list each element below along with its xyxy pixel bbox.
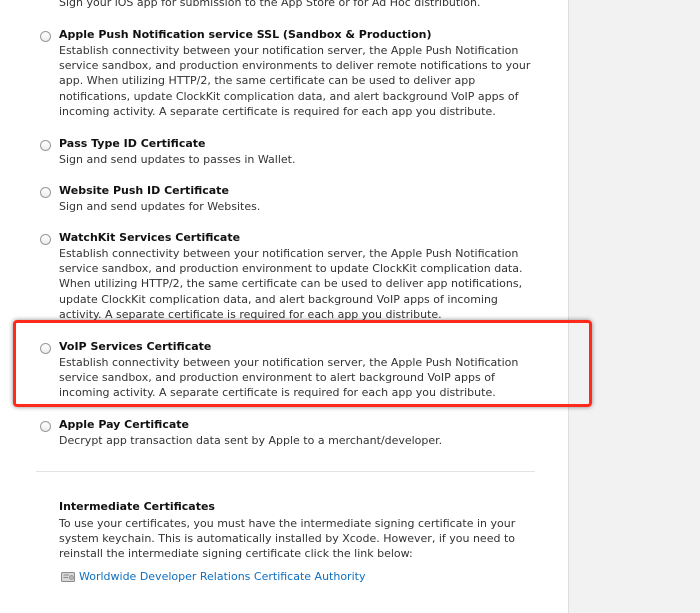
option-title: Apple Push Notification service SSL (San… [59,28,432,41]
certificate-icon [61,572,75,582]
option-title: VoIP Services Certificate [59,340,212,353]
option-description: Sign and send updates to passes in Walle… [59,153,296,166]
radio-voip-services[interactable] [40,343,51,354]
option-title: Apple Pay Certificate [59,418,189,431]
certificate-type-panel: Sign your iOS app for submission to the … [0,0,569,613]
option-description: Decrypt app transaction data sent by App… [59,434,443,447]
radio-apple-pay[interactable] [40,421,51,432]
option-description: Establish connectivity between your noti… [59,247,523,321]
radio-pass-type-id[interactable] [40,140,51,151]
radio-watchkit-services[interactable] [40,234,51,245]
radio-website-push-id[interactable] [40,187,51,198]
intermediate-certificates-title: Intermediate Certificates [59,500,215,513]
option-title: Pass Type ID Certificate [59,137,206,150]
wwdr-link-label: Worldwide Developer Relations Certificat… [79,570,366,583]
page-right-gutter [569,0,700,613]
option-title: Website Push ID Certificate [59,184,229,197]
radio-apns-ssl[interactable] [40,31,51,42]
section-divider [36,471,535,472]
intro-text: Sign your iOS app for submission to the … [59,0,481,9]
intermediate-certificates-description: To use your certificates, you must have … [59,517,516,561]
option-title: WatchKit Services Certificate [59,231,241,244]
option-description: Establish connectivity between your noti… [59,44,531,118]
wwdr-certificate-link[interactable]: Worldwide Developer Relations Certificat… [61,570,365,584]
option-description: Sign and send updates for Websites. [59,200,261,213]
option-description: Establish connectivity between your noti… [59,356,519,400]
